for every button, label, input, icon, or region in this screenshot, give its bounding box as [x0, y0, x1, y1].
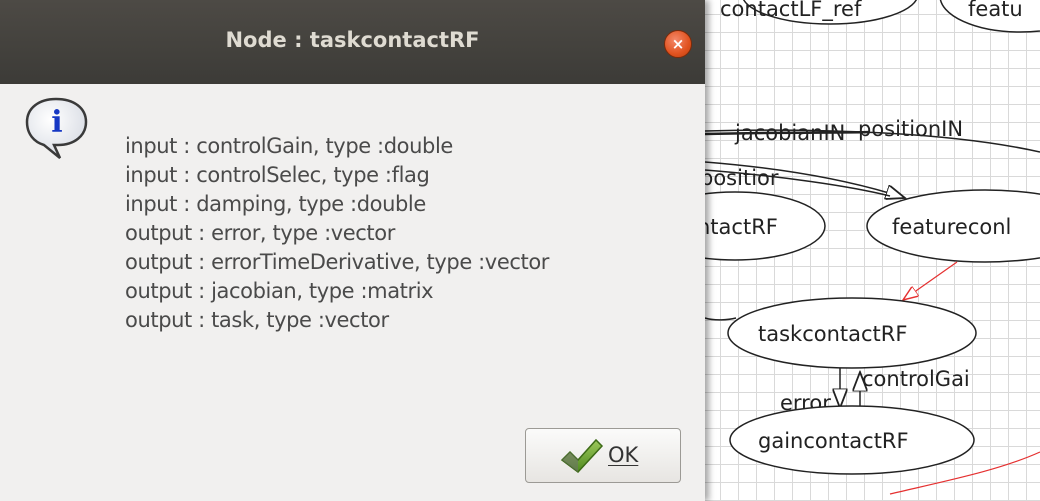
node-top-left-label: contactLF_ref — [720, 0, 862, 22]
node-task-label: taskcontactRF — [758, 322, 907, 346]
message-line: input : controlGain, type :double — [125, 134, 453, 158]
node-info-dialog: Node : taskcontactRF × i input : control… — [0, 0, 705, 501]
checkmark-icon — [560, 438, 604, 474]
node-gain-label: gaincontactRF — [758, 429, 909, 453]
message-line: input : damping, type :double — [125, 192, 426, 216]
edge-label-control-gain: controlGai — [862, 367, 970, 391]
edge-left-task — [704, 317, 737, 321]
message-line: output : task, type :vector — [125, 308, 389, 332]
edge-label-position-mid: positior — [700, 166, 779, 190]
edge-label-jacobian: jacobianIN — [734, 121, 845, 145]
ok-button[interactable]: OK — [525, 428, 681, 483]
message-line: output : jacobian, type :matrix — [125, 279, 434, 303]
ok-label: OK — [608, 443, 639, 467]
edge-label-position-top: positionIN — [858, 117, 963, 141]
info-icon: i — [25, 97, 88, 159]
message-line: input : controlSelec, type :flag — [125, 163, 430, 187]
message-line: output : error, type :vector — [125, 221, 395, 245]
message-line: output : errorTimeDerivative, type :vect… — [125, 250, 550, 274]
node-left-mid-label: ntactRF — [697, 215, 778, 239]
dialog-title: Node : taskcontactRF — [225, 28, 480, 52]
node-top-right-label: featu — [968, 0, 1023, 21]
close-icon: × — [671, 35, 685, 53]
dialog-titlebar[interactable]: Node : taskcontactRF × — [0, 0, 705, 84]
dialog-message: input : controlGain, type :double input … — [125, 132, 549, 335]
svg-text:i: i — [51, 105, 62, 140]
node-right-mid-label: featureconl — [892, 215, 1011, 239]
edge-red-feature-task — [903, 261, 958, 300]
close-button[interactable]: × — [664, 30, 692, 58]
